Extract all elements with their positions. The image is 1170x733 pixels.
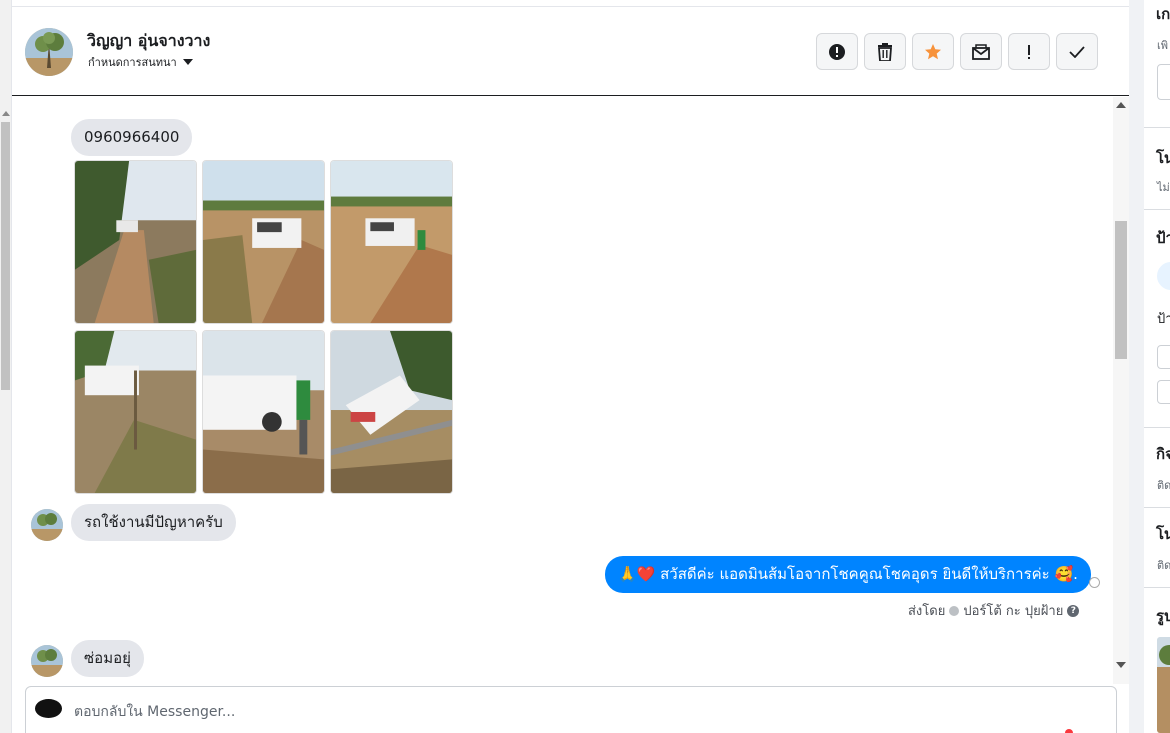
seen-status-icon [1089, 577, 1100, 588]
scroll-down-arrow[interactable] [1116, 662, 1126, 668]
assign-conversation-label: กำหนดการสนทนา [88, 56, 177, 69]
photo-attachment[interactable] [74, 330, 197, 494]
message-bubble-outgoing[interactable]: 🙏❤️ สวัสดีค่ะ แอดมินส้มโอจากโชคคูณโชคอุด… [605, 556, 1091, 593]
section-subtitle: ติด [1157, 559, 1170, 572]
photo-attachment[interactable] [74, 160, 197, 324]
spam-button[interactable] [816, 33, 858, 70]
exclamation-icon [1028, 44, 1030, 59]
sent-by-info: ส่งโดย ปอร์โต้ กะ ปุยฝ้าย ? [908, 600, 1080, 621]
label-subtitle: ป้า [1157, 312, 1170, 327]
contact-name[interactable]: วิญญา อุ่นจางวาง [87, 29, 210, 54]
envelope-icon [972, 43, 990, 60]
info-input[interactable] [1157, 64, 1170, 100]
info-section: โน ไม่ [1144, 128, 1170, 210]
priority-button[interactable] [1008, 33, 1050, 70]
notification-dot [1065, 729, 1073, 733]
panel-gutter [1129, 0, 1144, 733]
page-scrollbar[interactable] [0, 0, 12, 733]
section-title: เก [1156, 5, 1170, 23]
conversation-panel: วิญญา อุ่นจางวาง กำหนดการสนทนา 096096640… [12, 6, 1129, 733]
help-icon[interactable]: ? [1067, 604, 1080, 617]
sent-by-prefix: ส่งโดย [908, 604, 946, 619]
message-bubble-phone[interactable]: 0960966400 [71, 119, 193, 156]
label-checkbox-row[interactable] [1157, 380, 1170, 404]
photo-attachment[interactable] [202, 330, 325, 494]
info-section: โน ติด [1144, 508, 1170, 588]
sent-by-agent-name: ปอร์โต้ กะ ปุยฝ้าย [963, 604, 1064, 619]
section-title: โน [1156, 149, 1170, 167]
page-logo-icon [35, 699, 62, 718]
shared-photo-thumbnail[interactable] [1157, 637, 1170, 733]
label-checkbox-row[interactable] [1157, 345, 1170, 369]
conversation-header: วิญญา อุ่นจางวาง กำหนดการสนทนา [12, 7, 1129, 96]
assign-conversation-dropdown[interactable]: กำหนดการสนทนา [88, 53, 193, 71]
alert-circle-icon [829, 43, 845, 60]
scroll-up-arrow[interactable] [1116, 102, 1126, 108]
page-scroll-thumb[interactable] [1, 122, 10, 390]
message-bubble-incoming[interactable]: ซ่อมอยุ่ [71, 640, 144, 677]
contact-avatar-small [31, 645, 63, 677]
check-icon [1069, 45, 1085, 58]
page-scroll-up-arrow[interactable] [2, 111, 10, 116]
contact-info-panel: เก เพิ โน ไม่ ป้า ป้า กิจ ติด โน ติด รูป [1144, 0, 1170, 733]
agent-status-icon [949, 605, 960, 616]
photo-attachment[interactable] [330, 160, 453, 324]
thread-scrollbar[interactable] [1113, 97, 1129, 684]
mark-unread-button[interactable] [960, 33, 1002, 70]
section-subtitle: ไม่ [1157, 181, 1170, 194]
info-section: กิจ ติด [1144, 428, 1170, 508]
contact-avatar[interactable] [25, 28, 73, 76]
reply-composer[interactable]: ตอบกลับใน Messenger... [25, 686, 1117, 733]
section-subtitle: ติด [1157, 479, 1170, 492]
caret-down-icon [182, 59, 193, 65]
message-bubble-incoming[interactable]: รถใช้งานมีปัญหาครับ [71, 504, 236, 541]
mark-done-button[interactable] [1056, 33, 1098, 70]
photo-attachment[interactable] [330, 330, 453, 494]
section-title: รูป [1156, 607, 1170, 625]
section-title: กิจ [1156, 445, 1170, 463]
conversation-toolbar [816, 33, 1098, 70]
reply-input[interactable]: ตอบกลับใน Messenger... [74, 701, 235, 723]
photo-attachment-grid [74, 160, 453, 494]
message-thread[interactable]: 0960966400 รถใช้งานมีปัญหาครับ 🙏❤️ สวัสด… [12, 97, 1129, 684]
scroll-thumb[interactable] [1115, 221, 1127, 359]
labels-section: ป้า ป้า [1144, 210, 1170, 428]
section-title: ป้า [1156, 229, 1170, 247]
follow-up-button[interactable] [912, 33, 954, 70]
section-title: โน [1156, 525, 1170, 543]
star-icon [925, 43, 941, 59]
trash-icon [878, 42, 892, 61]
photo-attachment[interactable] [202, 160, 325, 324]
info-section: เก เพิ [1144, 0, 1170, 128]
contact-avatar-small [31, 509, 63, 541]
label-chip[interactable] [1157, 262, 1170, 290]
section-subtitle: เพิ [1157, 39, 1169, 52]
delete-button[interactable] [864, 33, 906, 70]
